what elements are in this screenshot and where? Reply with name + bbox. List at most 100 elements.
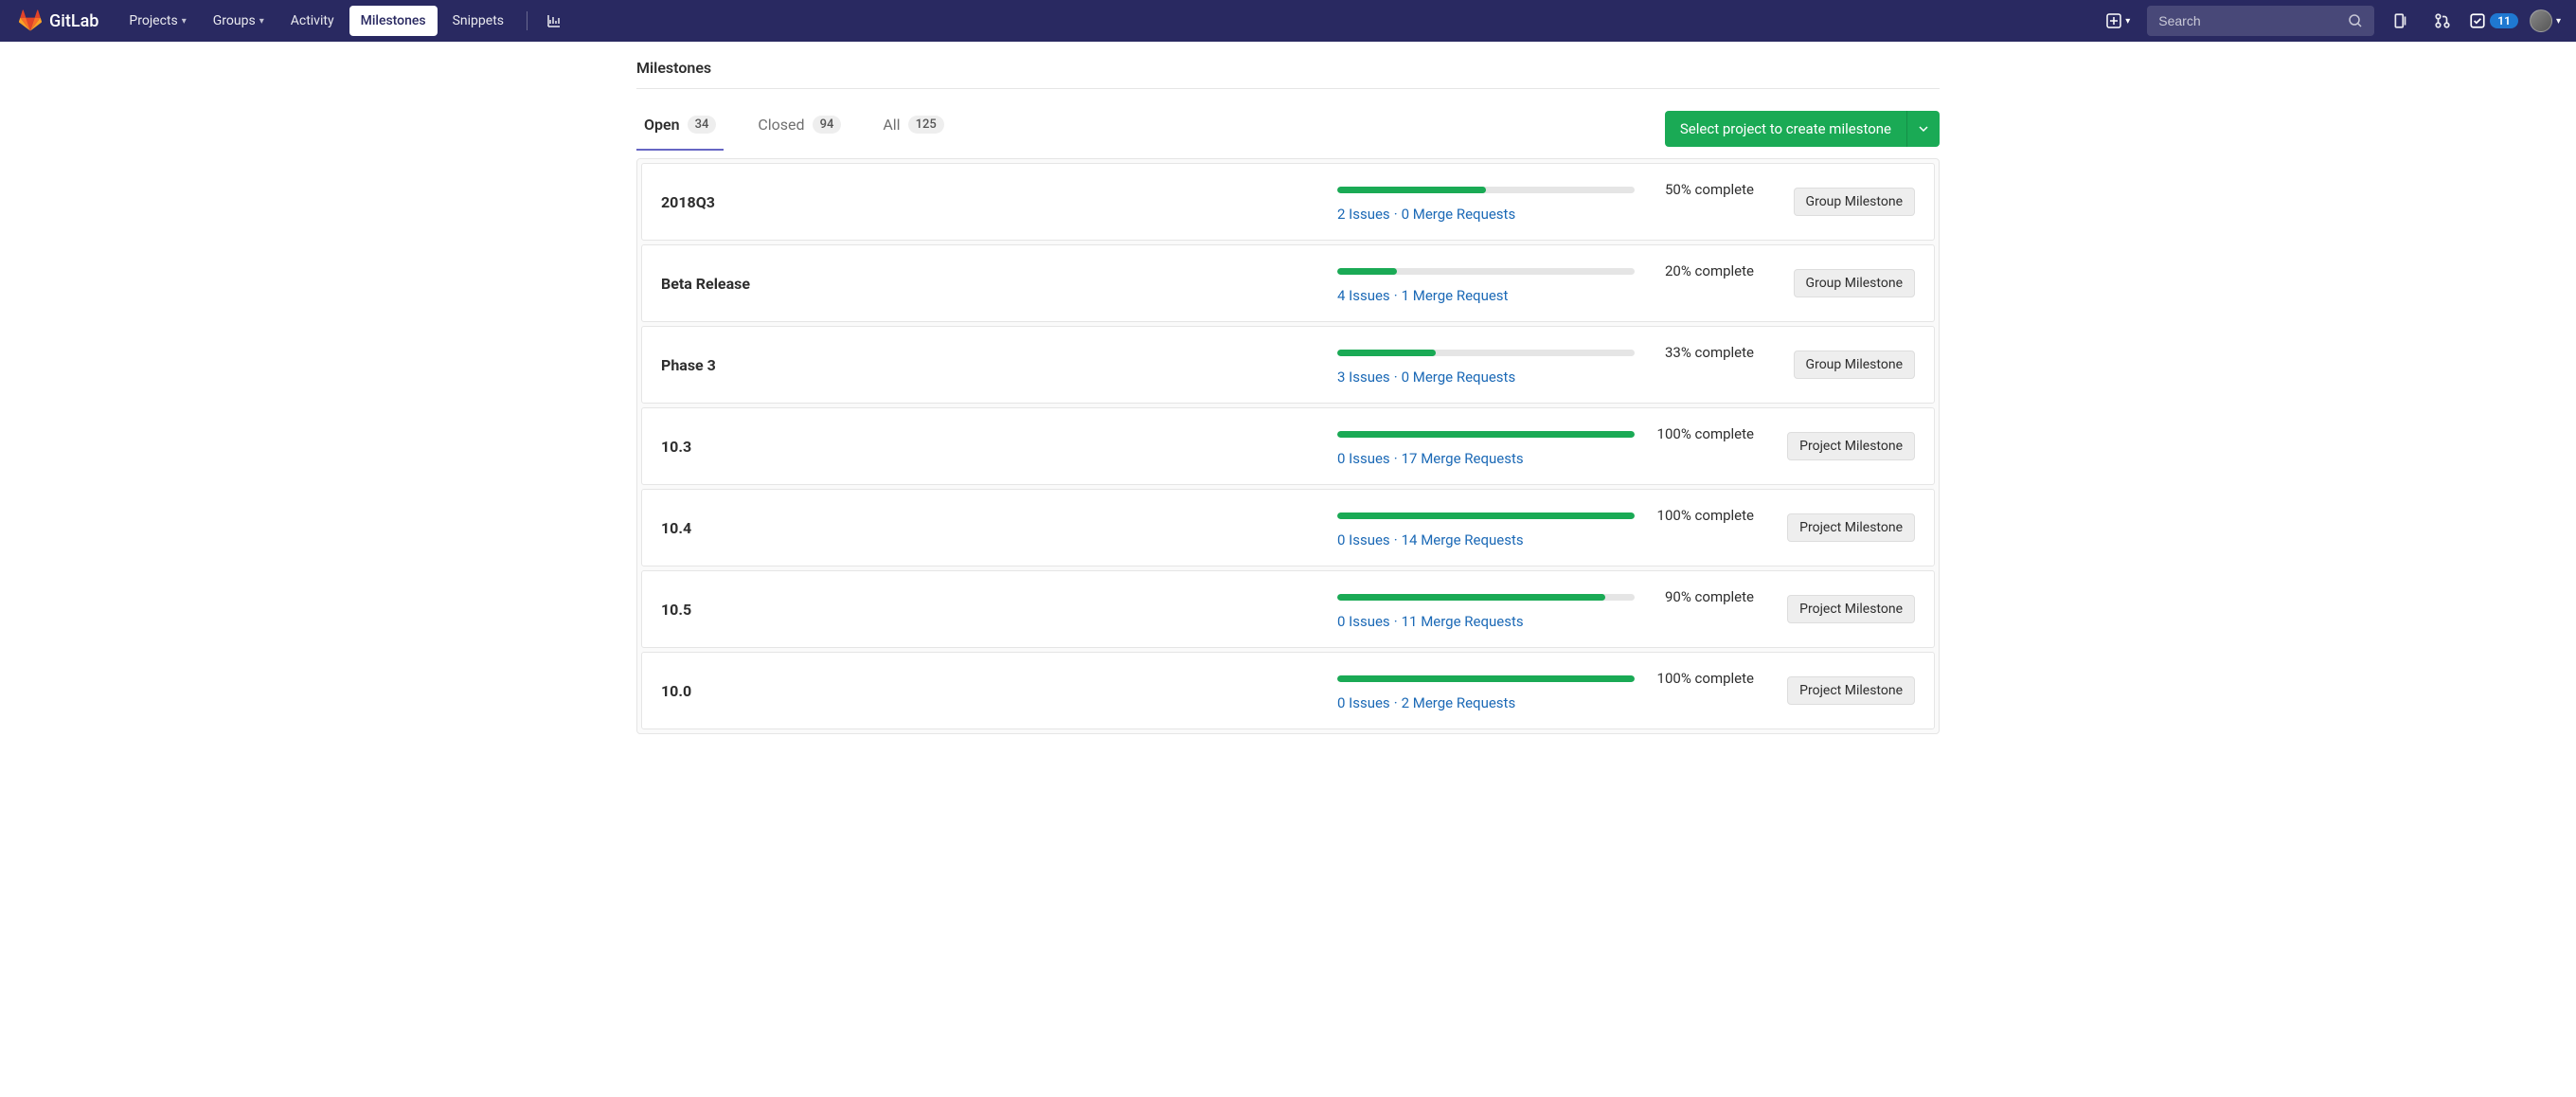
brand-name: GitLab [49, 11, 98, 31]
progress-fill [1337, 675, 1635, 682]
search-box[interactable] [2147, 6, 2374, 36]
progress-fill [1337, 350, 1436, 356]
milestone-list: 2018Q3 50% complete 2 Issues·0 Merge Req… [636, 158, 1940, 734]
navbar-right: ▾ 11 ▾ [2101, 6, 2561, 36]
progress-row: 20% complete [1337, 262, 1754, 279]
progress-row: 100% complete [1337, 507, 1754, 524]
avatar [2530, 9, 2552, 32]
progress-bar [1337, 187, 1635, 193]
milestone-type-badge: Group Milestone [1794, 351, 1915, 379]
milestone-links: 0 Issues·11 Merge Requests [1337, 613, 1754, 630]
milestone-title[interactable]: 10.4 [661, 519, 1318, 537]
progress-row: 33% complete [1337, 344, 1754, 361]
progress-bar [1337, 350, 1635, 356]
analytics-icon[interactable] [539, 6, 569, 36]
chevron-down-icon: ▾ [182, 16, 187, 27]
progress-fill [1337, 594, 1605, 601]
milestone-progress-col: 90% complete 0 Issues·11 Merge Requests [1337, 588, 1754, 630]
milestone-links: 0 Issues·17 Merge Requests [1337, 450, 1754, 467]
milestone-type-badge: Project Milestone [1787, 432, 1915, 460]
tab-all-label: All [883, 116, 900, 134]
milestone-progress-col: 100% complete 0 Issues·14 Merge Requests [1337, 507, 1754, 548]
merge-requests-link[interactable]: 14 Merge Requests [1402, 531, 1524, 548]
milestone-links: 0 Issues·14 Merge Requests [1337, 531, 1754, 548]
nav-snippets[interactable]: Snippets [441, 6, 515, 36]
todos-button[interactable]: 11 [2469, 12, 2518, 29]
progress-fill [1337, 431, 1635, 438]
top-navbar: GitLab Projects ▾ Groups ▾ Activity Mile… [0, 0, 2576, 42]
milestone-title[interactable]: 2018Q3 [661, 193, 1318, 211]
milestone-badge-col: Group Milestone [1773, 351, 1915, 379]
nav-milestones[interactable]: Milestones [349, 6, 438, 36]
issues-link[interactable]: 2 Issues [1337, 206, 1390, 223]
milestone-progress-col: 33% complete 3 Issues·0 Merge Requests [1337, 344, 1754, 386]
progress-percent-label: 100% complete [1650, 670, 1754, 687]
progress-row: 100% complete [1337, 670, 1754, 687]
progress-bar [1337, 513, 1635, 519]
merge-requests-icon[interactable] [2427, 6, 2458, 36]
milestone-row: Beta Release 20% complete 4 Issues·1 Mer… [641, 244, 1935, 322]
milestone-progress-col: 100% complete 0 Issues·17 Merge Requests [1337, 425, 1754, 467]
milestone-title[interactable]: 10.5 [661, 601, 1318, 619]
issues-link[interactable]: 4 Issues [1337, 287, 1390, 304]
user-menu[interactable]: ▾ [2530, 9, 2561, 32]
milestone-title[interactable]: Beta Release [661, 275, 1318, 293]
merge-requests-link[interactable]: 2 Merge Requests [1402, 694, 1516, 711]
tab-closed-count: 94 [813, 116, 842, 134]
chevron-down-icon: ▾ [2556, 16, 2561, 27]
progress-bar [1337, 594, 1635, 601]
progress-bar [1337, 431, 1635, 438]
brand-logo[interactable]: GitLab [15, 9, 102, 32]
milestone-badge-col: Project Milestone [1773, 595, 1915, 623]
nav-activity[interactable]: Activity [279, 6, 346, 36]
progress-percent-label: 100% complete [1650, 425, 1754, 442]
nav-activity-label: Activity [291, 13, 334, 28]
progress-percent-label: 33% complete [1650, 344, 1754, 361]
milestone-badge-col: Project Milestone [1773, 676, 1915, 705]
search-input[interactable] [2158, 13, 2348, 28]
milestone-badge-col: Group Milestone [1773, 188, 1915, 216]
new-dropdown[interactable]: ▾ [2101, 13, 2136, 28]
issues-link[interactable]: 0 Issues [1337, 613, 1390, 630]
milestone-title[interactable]: 10.3 [661, 438, 1318, 456]
milestone-badge-col: Project Milestone [1773, 432, 1915, 460]
tab-closed-label: Closed [758, 116, 804, 134]
milestone-progress-col: 50% complete 2 Issues·0 Merge Requests [1337, 181, 1754, 223]
tab-open-label: Open [644, 116, 680, 134]
navbar-left: GitLab Projects ▾ Groups ▾ Activity Mile… [15, 6, 569, 36]
milestone-title[interactable]: 10.0 [661, 682, 1318, 700]
milestone-title[interactable]: Phase 3 [661, 356, 1318, 374]
merge-requests-link[interactable]: 17 Merge Requests [1402, 450, 1524, 467]
merge-requests-link[interactable]: 1 Merge Request [1402, 287, 1509, 304]
progress-bar [1337, 675, 1635, 682]
create-milestone-dropdown[interactable] [1907, 111, 1940, 147]
milestone-progress-col: 100% complete 0 Issues·2 Merge Requests [1337, 670, 1754, 711]
page-title: Milestones [636, 42, 1940, 89]
milestone-progress-col: 20% complete 4 Issues·1 Merge Request [1337, 262, 1754, 304]
progress-row: 90% complete [1337, 588, 1754, 605]
filter-tabs: Open 34 Closed 94 All 125 [636, 106, 952, 151]
issues-link[interactable]: 0 Issues [1337, 694, 1390, 711]
merge-requests-link[interactable]: 11 Merge Requests [1402, 613, 1524, 630]
milestone-links: 0 Issues·2 Merge Requests [1337, 694, 1754, 711]
create-milestone-button[interactable]: Select project to create milestone [1665, 111, 1940, 147]
nav-groups[interactable]: Groups ▾ [202, 6, 276, 36]
nav-milestones-label: Milestones [361, 13, 426, 28]
caret-down-icon [1919, 124, 1928, 134]
todos-count-badge: 11 [2490, 13, 2518, 28]
issues-icon[interactable] [2386, 6, 2416, 36]
nav-projects[interactable]: Projects ▾ [117, 6, 197, 36]
tab-open[interactable]: Open 34 [636, 106, 724, 151]
progress-fill [1337, 187, 1486, 193]
merge-requests-link[interactable]: 0 Merge Requests [1402, 206, 1516, 223]
merge-requests-link[interactable]: 0 Merge Requests [1402, 369, 1516, 386]
issues-link[interactable]: 3 Issues [1337, 369, 1390, 386]
milestone-links: 2 Issues·0 Merge Requests [1337, 206, 1754, 223]
issues-link[interactable]: 0 Issues [1337, 531, 1390, 548]
tab-closed[interactable]: Closed 94 [750, 106, 849, 151]
milestone-links: 3 Issues·0 Merge Requests [1337, 369, 1754, 386]
milestone-type-badge: Project Milestone [1787, 513, 1915, 542]
milestone-row: 10.5 90% complete 0 Issues·11 Merge Requ… [641, 570, 1935, 648]
tab-all[interactable]: All 125 [875, 106, 951, 151]
issues-link[interactable]: 0 Issues [1337, 450, 1390, 467]
